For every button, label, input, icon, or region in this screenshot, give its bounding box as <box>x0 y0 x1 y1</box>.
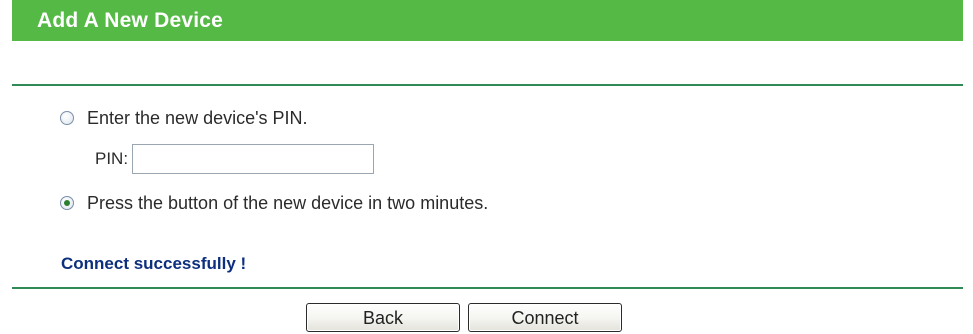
pin-row: PIN: <box>95 142 375 176</box>
top-divider <box>12 84 963 86</box>
connect-button[interactable]: Connect <box>468 303 622 332</box>
back-button[interactable]: Back <box>306 303 460 332</box>
page-title: Add A New Device <box>12 0 963 41</box>
pin-option-radio[interactable] <box>60 111 74 125</box>
status-message: Connect successfully ! <box>61 254 247 273</box>
pin-option-label: Enter the new device's PIN. <box>87 107 308 128</box>
pbc-option-radio[interactable] <box>60 196 74 210</box>
bottom-divider <box>12 287 963 289</box>
pin-input[interactable] <box>132 144 375 174</box>
pin-label: PIN: <box>95 149 129 168</box>
pbc-option-row[interactable]: Press the button of the new device in tw… <box>60 191 488 215</box>
pin-option-row[interactable]: Enter the new device's PIN. <box>60 106 308 130</box>
pbc-option-label: Press the button of the new device in tw… <box>87 192 489 213</box>
add-device-page: Add A New Device Enter the new device's … <box>0 0 973 334</box>
